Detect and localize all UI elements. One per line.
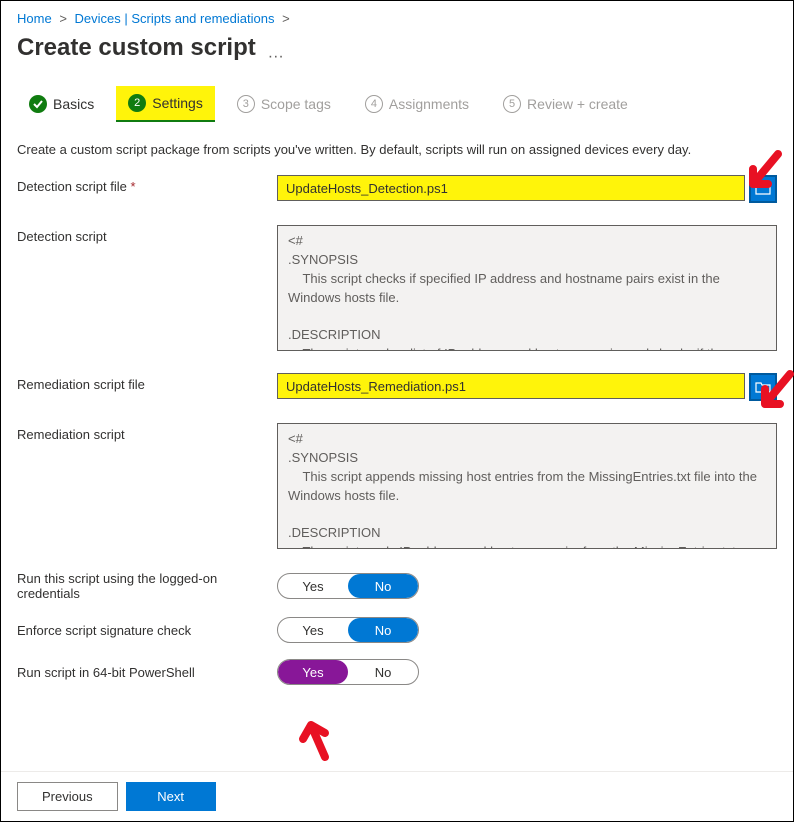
tab-review-create[interactable]: 5 Review + create [491, 87, 640, 121]
step-number-icon: 4 [365, 95, 383, 113]
step-number-icon: 2 [128, 94, 146, 112]
toggle-64bit-powershell[interactable]: Yes No [277, 659, 419, 685]
step-number-icon: 3 [237, 95, 255, 113]
ellipsis-icon[interactable]: ··· [268, 48, 284, 66]
breadcrumb: Home > Devices | Scripts and remediation… [17, 11, 777, 26]
toggle-no[interactable]: No [348, 660, 418, 684]
label-enforce-signature: Enforce script signature check [17, 623, 277, 638]
toggle-no[interactable]: No [348, 574, 418, 598]
label-run-logged-on: Run this script using the logged-on cred… [17, 571, 277, 601]
label-remediation-file: Remediation script file [17, 373, 277, 392]
previous-button[interactable]: Previous [17, 782, 118, 811]
toggle-no[interactable]: No [348, 618, 418, 642]
breadcrumb-home[interactable]: Home [17, 11, 52, 26]
folder-icon [755, 381, 771, 393]
tab-basics[interactable]: Basics [17, 87, 106, 121]
page-title: Create custom script [17, 34, 256, 62]
remediation-script-box[interactable]: <# .SYNOPSIS This script appends missing… [277, 423, 777, 549]
footer-buttons: Previous Next [1, 771, 793, 821]
toggle-run-logged-on[interactable]: Yes No [277, 573, 419, 599]
browse-remediation-button[interactable] [749, 373, 777, 401]
remediation-file-input[interactable] [277, 373, 745, 399]
toggle-yes[interactable]: Yes [278, 618, 348, 642]
tab-settings[interactable]: 2 Settings [116, 86, 215, 122]
description-text: Create a custom script package from scri… [17, 142, 777, 157]
label-detection-file: Detection script file * [17, 175, 277, 194]
browse-detection-button[interactable] [749, 175, 777, 203]
breadcrumb-devices[interactable]: Devices | Scripts and remediations [75, 11, 275, 26]
arrow-annotation-icon [297, 717, 337, 763]
detection-file-input[interactable] [277, 175, 745, 201]
toggle-enforce-signature[interactable]: Yes No [277, 617, 419, 643]
check-icon [29, 95, 47, 113]
next-button[interactable]: Next [126, 782, 216, 811]
label-remediation-script: Remediation script [17, 423, 277, 442]
step-number-icon: 5 [503, 95, 521, 113]
toggle-yes[interactable]: Yes [278, 574, 348, 598]
toggle-yes[interactable]: Yes [278, 660, 348, 684]
label-64bit-powershell: Run script in 64-bit PowerShell [17, 665, 277, 680]
folder-icon [755, 183, 771, 195]
label-detection-script: Detection script [17, 225, 277, 244]
wizard-tabs: Basics 2 Settings 3 Scope tags 4 Assignm… [17, 86, 777, 122]
tab-scope-tags[interactable]: 3 Scope tags [225, 87, 343, 121]
tab-assignments[interactable]: 4 Assignments [353, 87, 481, 121]
detection-script-box[interactable]: <# .SYNOPSIS This script checks if speci… [277, 225, 777, 351]
